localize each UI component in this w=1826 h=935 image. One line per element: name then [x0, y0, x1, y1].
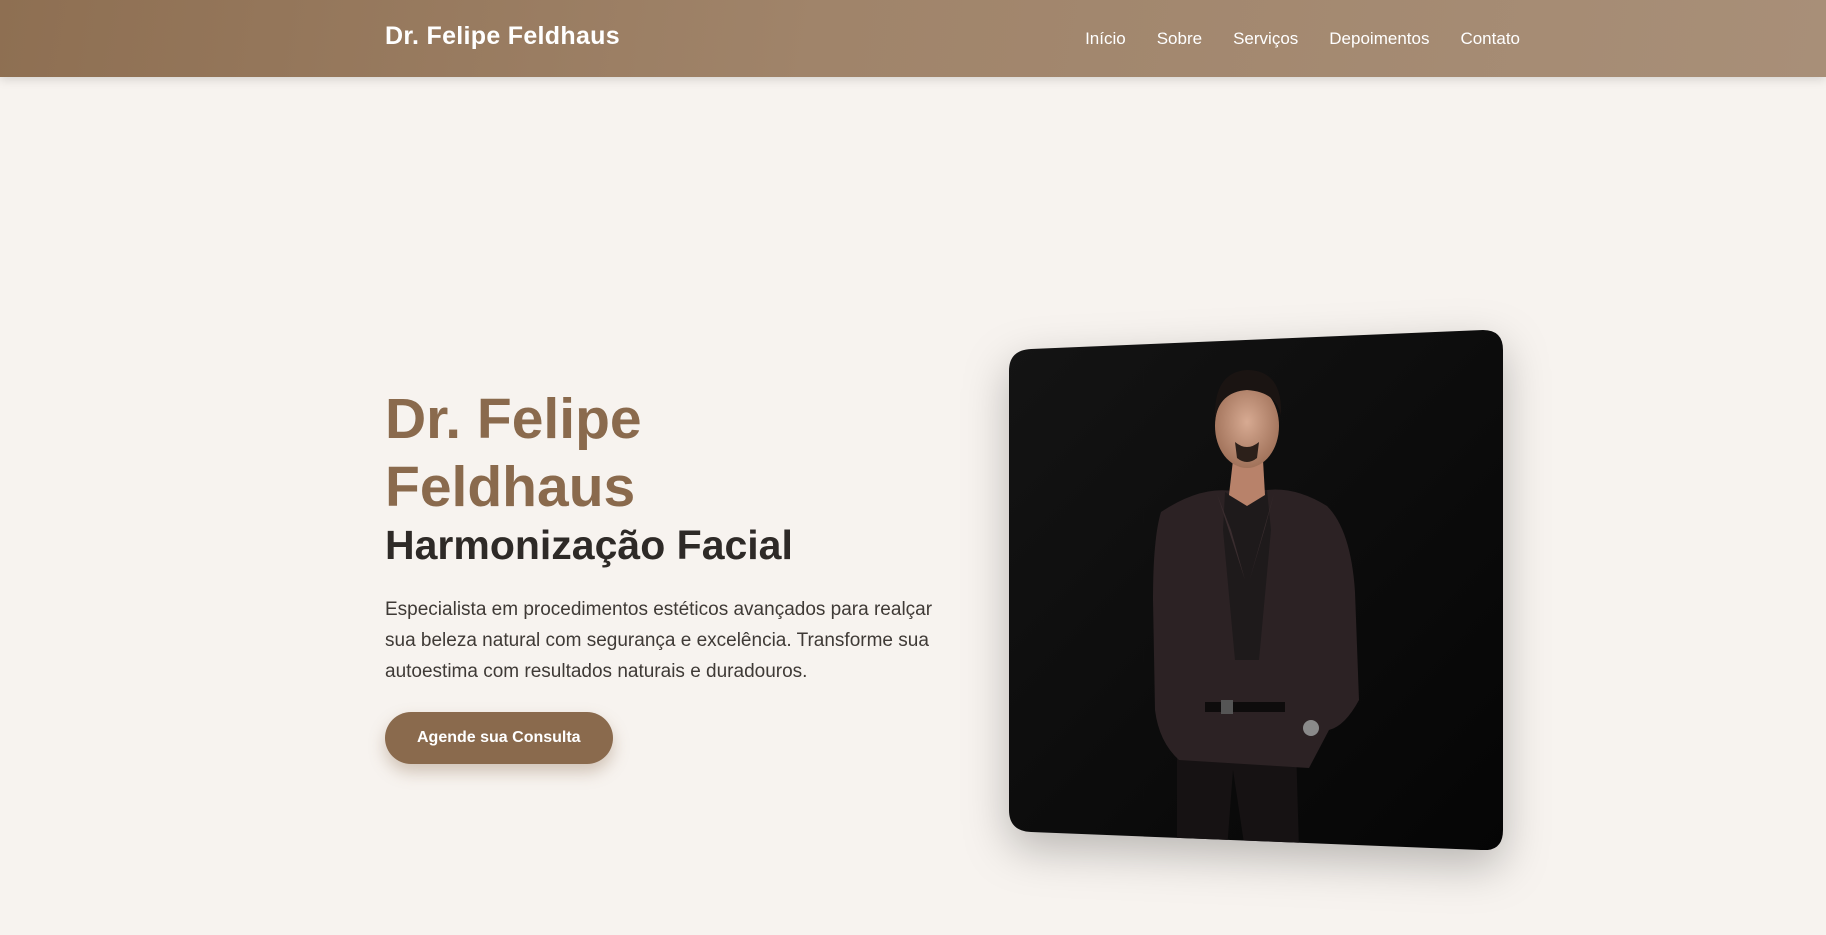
- schedule-consultation-button[interactable]: Agende sua Consulta: [385, 712, 613, 764]
- nav-menu: Início Sobre Serviços Depoimentos Contat…: [1085, 29, 1520, 49]
- hero-section: Dr. Felipe Feldhaus Harmonização Facial …: [385, 385, 945, 764]
- hero-subtitle: Harmonização Facial: [385, 522, 793, 568]
- doctor-portrait-photo: [1009, 330, 1503, 850]
- brand-logo-text[interactable]: Dr. Felipe Feldhaus: [385, 22, 620, 51]
- nav-link-depoimentos[interactable]: Depoimentos: [1329, 29, 1429, 49]
- nav-link-contato[interactable]: Contato: [1460, 29, 1520, 49]
- hero-name-line1: Dr. Felipe: [385, 387, 642, 451]
- navbar: Dr. Felipe Feldhaus Início Sobre Serviço…: [0, 0, 1826, 77]
- portrait-svg: [1009, 330, 1503, 850]
- hero-description: Especialista em procedimentos estéticos …: [385, 599, 933, 682]
- hero-name-line2: Feldhaus: [385, 455, 636, 519]
- nav-link-servicos[interactable]: Serviços: [1233, 29, 1298, 49]
- nav-link-inicio[interactable]: Início: [1085, 29, 1126, 49]
- nav-link-sobre[interactable]: Sobre: [1157, 29, 1202, 49]
- hero-name-heading: Dr. Felipe Feldhaus: [385, 385, 945, 521]
